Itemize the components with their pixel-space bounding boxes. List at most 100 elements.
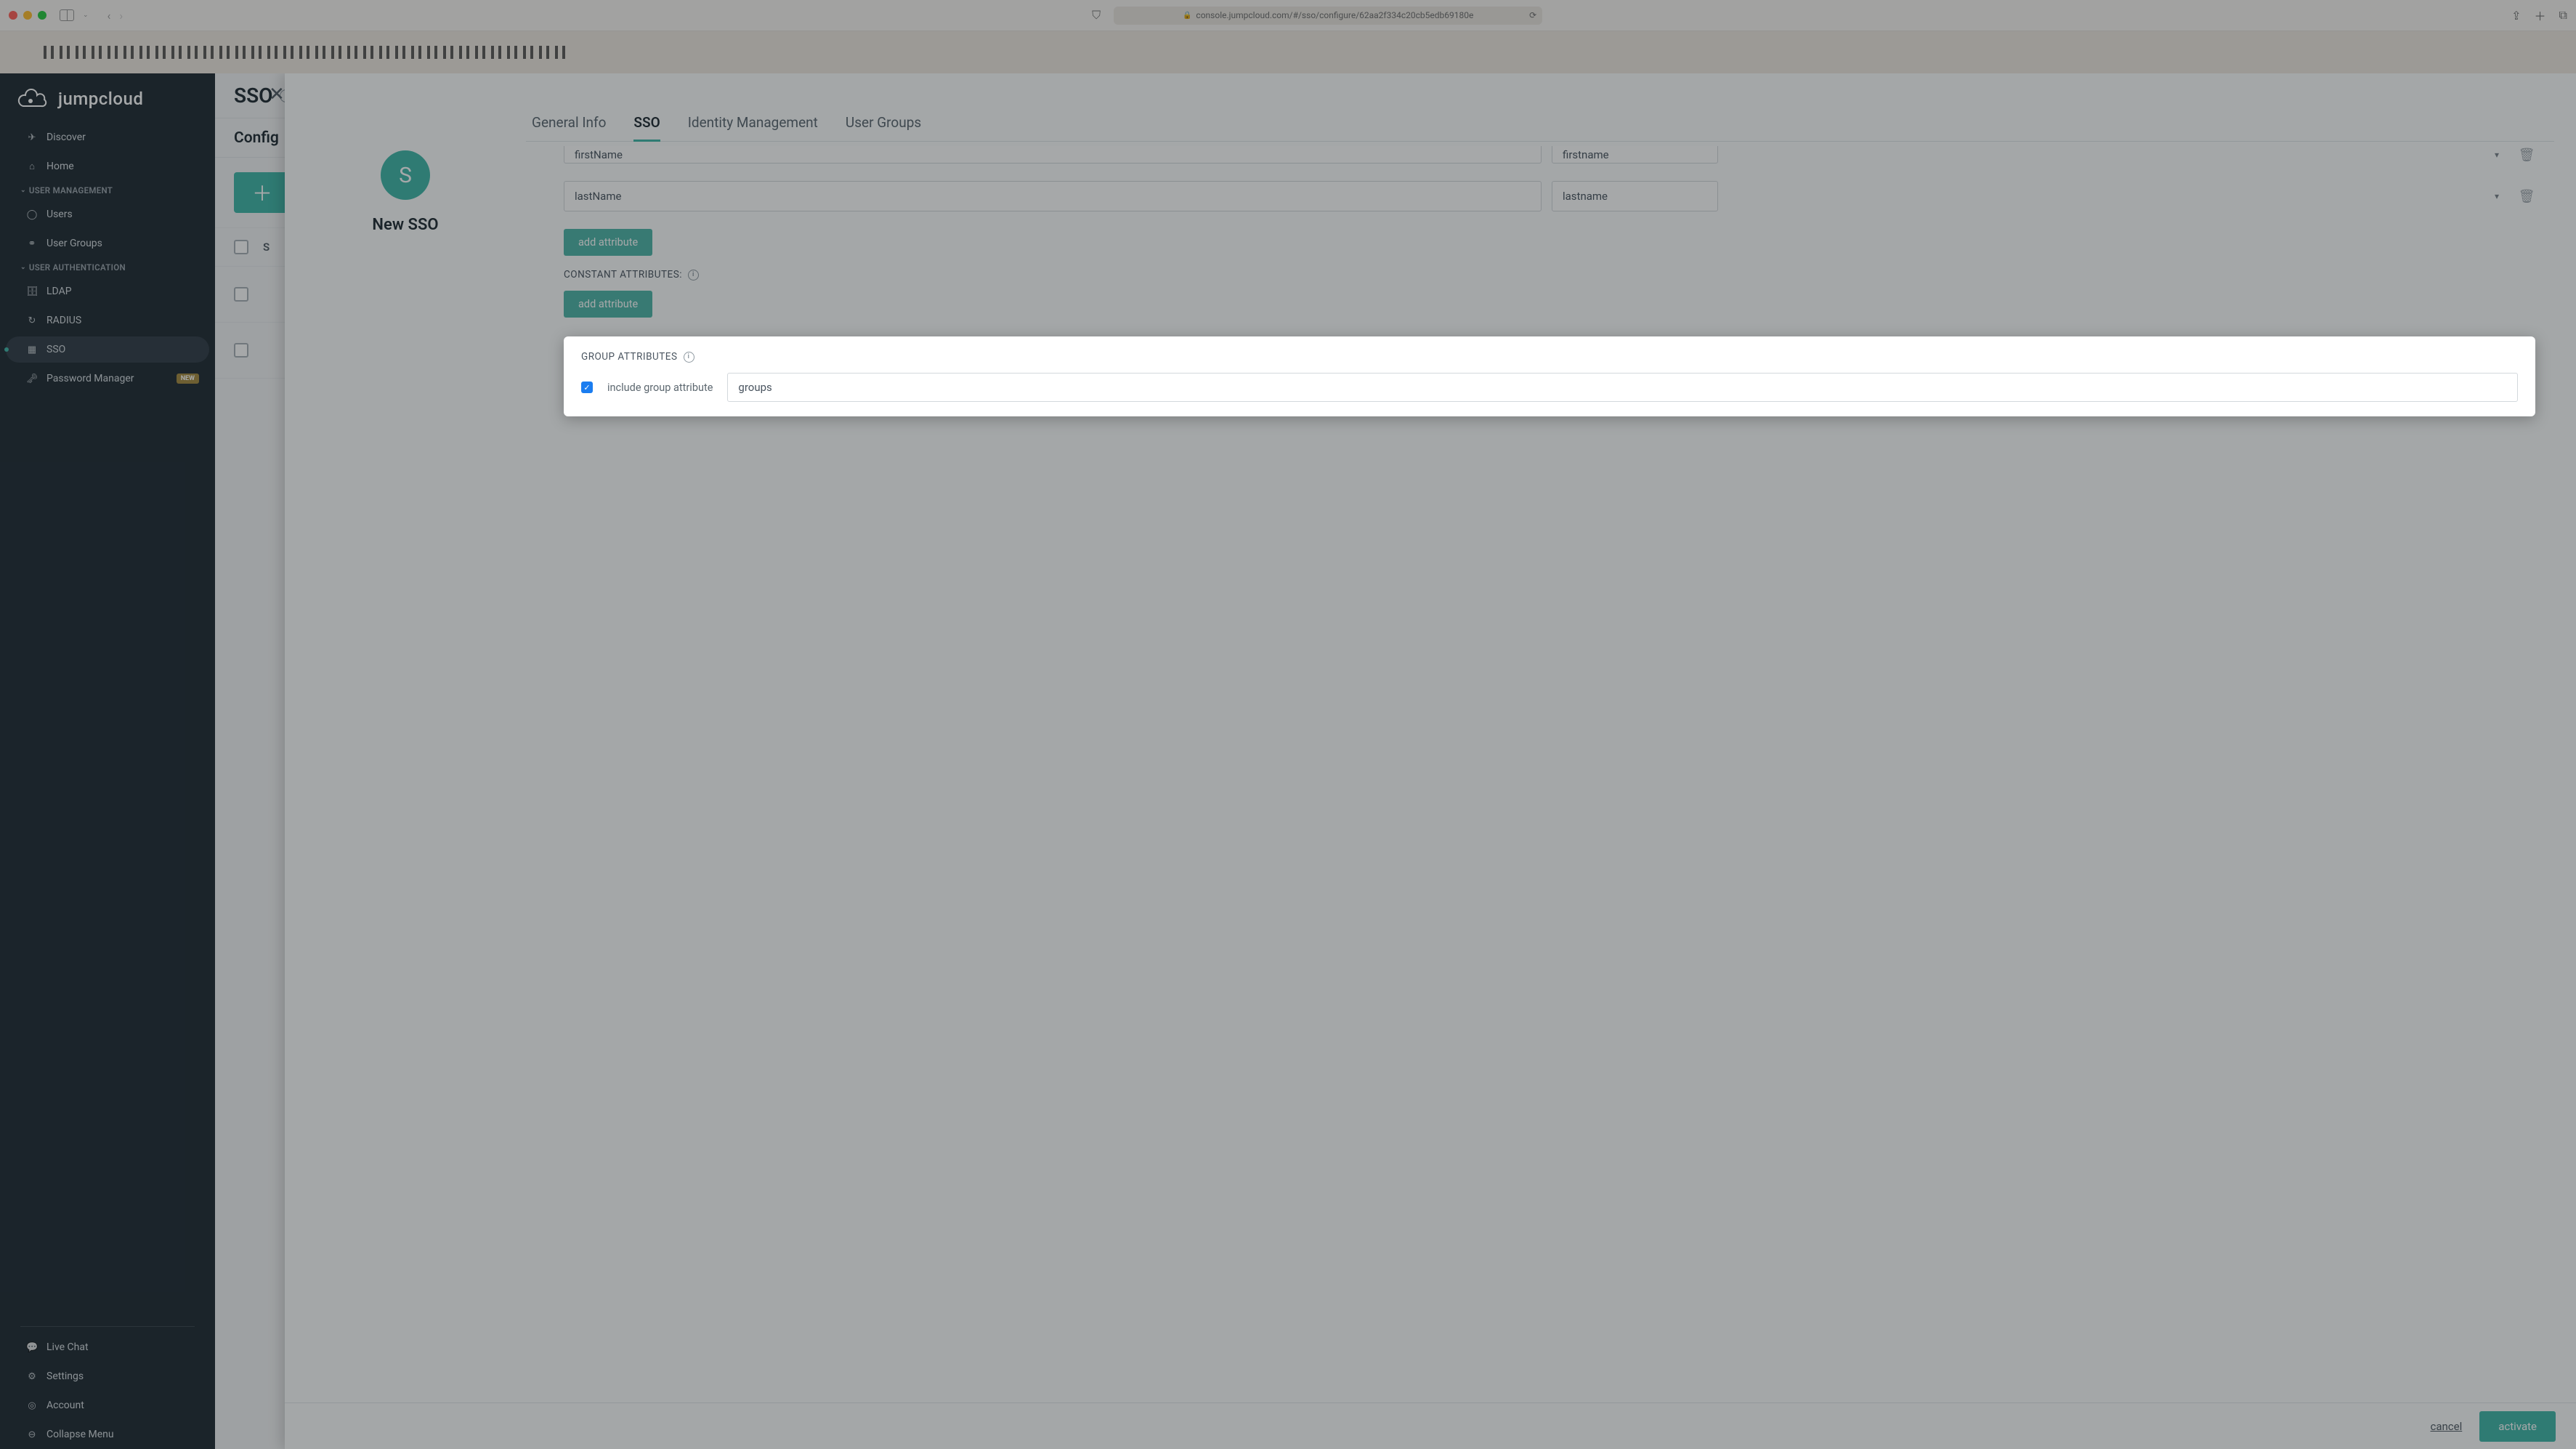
sidebar-item-label: Collapse Menu — [46, 1429, 114, 1440]
add-attribute-button[interactable]: add attribute — [564, 229, 652, 256]
new-tab-icon[interactable]: ＋ — [2535, 7, 2546, 24]
sidebar-item-account[interactable]: ◎ Account — [6, 1392, 209, 1418]
row-checkbox[interactable] — [234, 343, 248, 358]
trash-icon[interactable]: 🗑 — [2518, 189, 2535, 204]
sidebar-item-live-chat[interactable]: 💬 Live Chat — [6, 1334, 209, 1360]
home-icon: ⌂ — [26, 161, 38, 172]
refresh-icon[interactable]: ⟳ — [1529, 10, 1536, 20]
user-icon: ◯ — [26, 209, 38, 220]
sidebar-item-label: Discover — [46, 132, 86, 143]
attr-value-select[interactable] — [1552, 146, 1718, 164]
page-title: SSO — [234, 84, 272, 108]
panel-footer: cancel activate — [285, 1402, 2576, 1449]
sidebar-item-label: RADIUS — [46, 315, 81, 326]
column-header-partial: S — [263, 241, 270, 254]
group-attribute-input[interactable] — [727, 373, 2518, 402]
section-user-authentication[interactable]: ⌄ USER AUTHENTICATION — [0, 258, 215, 277]
activate-button[interactable]: activate — [2479, 1411, 2556, 1442]
sidebar-item-discover[interactable]: ✈ Discover — [6, 124, 209, 150]
radius-icon: ↻ — [26, 315, 38, 326]
gear-icon: ⚙ — [26, 1371, 38, 1382]
account-icon: ◎ — [26, 1400, 38, 1411]
panel-sidebar: S New SSO — [285, 95, 526, 1402]
info-icon[interactable]: i — [684, 352, 694, 363]
browser-chrome: ⌄ ‹ › ⛉ 🔒 console.jumpcloud.com/#/sso/co… — [0, 0, 2576, 31]
sidebar-item-radius[interactable]: ↻ RADIUS — [6, 307, 209, 334]
subheader-title: Config — [234, 129, 279, 147]
chevron-down-icon: ⌄ — [20, 264, 26, 271]
maximize-window-icon[interactable] — [38, 11, 46, 20]
group-attributes-card: GROUP ATTRIBUTES i ✓ include group attri… — [564, 336, 2535, 416]
section-user-management[interactable]: ⌄ USER MANAGEMENT — [0, 181, 215, 200]
cloud-icon — [15, 88, 51, 110]
traffic-lights — [9, 11, 46, 20]
sidebar-toggle-icon[interactable] — [60, 9, 74, 21]
sidebar-item-label: Live Chat — [46, 1341, 89, 1353]
attr-name-input[interactable] — [564, 146, 1542, 164]
app-root: jumpcloud ✈ Discover ⌂ Home ⌄ USER MANAG… — [0, 73, 2576, 1449]
tab-sso[interactable]: SSO — [633, 114, 660, 141]
minimize-window-icon[interactable] — [23, 11, 32, 20]
privacy-shield-icon[interactable]: ⛉ — [1092, 8, 1101, 23]
add-constant-attribute-button[interactable]: add attribute — [564, 291, 652, 318]
share-icon[interactable]: ⇪ — [2511, 9, 2521, 23]
row-checkbox[interactable] — [234, 287, 248, 302]
tabs-overview-icon[interactable]: ⧉ — [2559, 8, 2567, 23]
sidebar-item-label: Account — [46, 1400, 84, 1411]
key-icon: 🗝 — [26, 374, 38, 384]
forward-icon: › — [119, 9, 123, 23]
add-button[interactable]: ＋ — [234, 172, 291, 213]
sidebar-item-ldap[interactable]: 🗄 LDAP — [6, 278, 209, 304]
chevron-down-icon[interactable]: ⌄ — [83, 12, 89, 19]
users-icon: ⚭ — [26, 238, 38, 249]
sidebar-item-settings[interactable]: ⚙ Settings — [6, 1363, 209, 1389]
apps-icon: ▦ — [26, 344, 38, 355]
close-window-icon[interactable] — [9, 11, 17, 20]
app-name: New SSO — [372, 216, 438, 234]
tab-identity-management[interactable]: Identity Management — [688, 114, 818, 141]
sidebar-item-label: User Groups — [46, 238, 102, 249]
sidebar-item-label: LDAP — [46, 286, 72, 297]
sidebar-item-sso[interactable]: ▦ SSO — [6, 336, 209, 363]
sidebar-item-user-groups[interactable]: ⚭ User Groups — [6, 230, 209, 257]
configure-panel: ✕ S New SSO General Info SSO Identity Ma… — [285, 73, 2576, 1449]
lock-icon: 🔒 — [1183, 12, 1191, 20]
url-bar[interactable]: 🔒 console.jumpcloud.com/#/sso/configure/… — [1114, 7, 1542, 25]
panel-tabs: General Info SSO Identity Management Use… — [526, 95, 2554, 142]
sidebar-item-collapse[interactable]: ⊖ Collapse Menu — [6, 1421, 209, 1448]
sidebar-item-users[interactable]: ◯ Users — [6, 201, 209, 227]
sidebar-item-label: Password Manager — [46, 373, 134, 384]
group-attributes-label: GROUP ATTRIBUTES i — [581, 351, 2518, 363]
main-area: SSO i ◉ Product Tour Pricing 🔔 Alerts ⚑ … — [215, 73, 2576, 1449]
brand-logo[interactable]: jumpcloud — [0, 81, 215, 123]
include-group-label: include group attribute — [607, 382, 713, 394]
tab-general-info[interactable]: General Info — [532, 114, 606, 141]
include-group-checkbox[interactable]: ✓ — [581, 382, 593, 393]
sidebar-item-password-manager[interactable]: 🗝 Password Manager NEW — [6, 366, 209, 392]
constant-attributes-label: CONSTANT ATTRIBUTES: i — [564, 269, 2535, 280]
cancel-button[interactable]: cancel — [2431, 1420, 2463, 1433]
collapse-icon: ⊖ — [26, 1429, 38, 1440]
new-badge: NEW — [177, 374, 199, 384]
select-all-checkbox[interactable] — [234, 240, 248, 254]
form-scroll[interactable]: 🗑 🗑 add attribute CONSTANT ATTRIBUTES: — [526, 142, 2554, 1402]
attr-value-select[interactable] — [1552, 181, 1718, 211]
url-text: console.jumpcloud.com/#/sso/configure/62… — [1196, 10, 1473, 20]
sidebar: jumpcloud ✈ Discover ⌂ Home ⌄ USER MANAG… — [0, 73, 215, 1449]
attr-name-input[interactable] — [564, 181, 1542, 211]
tab-user-groups[interactable]: User Groups — [846, 114, 921, 141]
sidebar-item-label: Settings — [46, 1371, 84, 1382]
back-icon[interactable]: ‹ — [108, 9, 111, 23]
chevron-down-icon: ⌄ — [20, 187, 26, 194]
divider — [20, 1326, 195, 1327]
database-icon: 🗄 — [26, 286, 38, 297]
trash-icon[interactable]: 🗑 — [2518, 148, 2535, 163]
info-icon[interactable]: i — [688, 270, 699, 280]
sidebar-item-home[interactable]: ⌂ Home — [6, 153, 209, 179]
chat-icon: 💬 — [26, 1342, 38, 1353]
paper-plane-icon: ✈ — [26, 132, 38, 143]
brand-name: jumpcloud — [58, 89, 143, 109]
sidebar-item-label: Home — [46, 161, 74, 172]
sidebar-item-label: SSO — [46, 344, 65, 355]
sidebar-item-label: Users — [46, 209, 73, 220]
